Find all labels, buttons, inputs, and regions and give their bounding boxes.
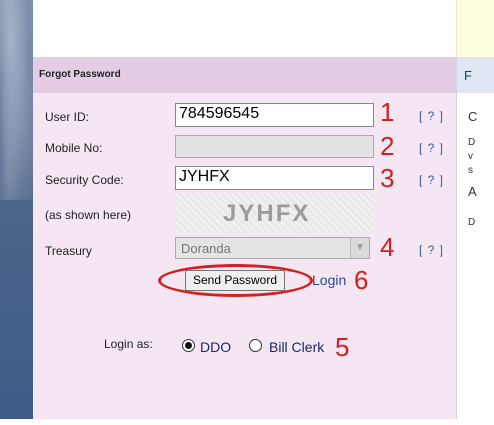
user-id-label: User ID:	[45, 110, 90, 124]
forgot-password-panel: Forgot Password User ID: 784596545 1 [ ?…	[33, 57, 456, 419]
panel-header: Forgot Password	[33, 57, 456, 93]
chevron-down-icon[interactable]: ▼	[350, 238, 369, 258]
annotation-number: 5	[335, 332, 350, 362]
right-panel-title: F	[464, 68, 472, 83]
top-area	[33, 0, 456, 57]
right-panel-text: D	[468, 137, 476, 148]
radio-ddo[interactable]	[182, 339, 195, 352]
left-banner-image	[0, 0, 33, 425]
login-link[interactable]: Login	[312, 272, 346, 288]
top-right-area	[456, 0, 494, 57]
user-id-input[interactable]: 784596545	[175, 103, 374, 127]
annotation-number: 3	[380, 163, 395, 193]
radio-bill-clerk-label[interactable]: Bill Clerk	[269, 339, 324, 355]
annotation-number: 6	[354, 265, 369, 295]
mobile-no-label: Mobile No:	[45, 141, 103, 155]
treasury-label: Treasury	[45, 244, 92, 258]
panel-title: Forgot Password	[39, 69, 121, 80]
annotation-number: 1	[380, 97, 395, 127]
security-code-input[interactable]: JYHFX	[175, 166, 374, 190]
right-panel-text: D	[468, 217, 476, 228]
radio-ddo-label[interactable]: DDO	[200, 339, 231, 355]
help-link-security-code[interactable]: [ ? ]	[419, 173, 444, 187]
mobile-no-input[interactable]	[175, 135, 374, 158]
highlight-ellipse	[158, 264, 313, 297]
help-link-user-id[interactable]: [ ? ]	[419, 109, 444, 123]
captcha-image: JYHFX	[175, 193, 374, 233]
right-panel-text: A	[468, 184, 477, 199]
captcha-text: JYHFX	[223, 200, 311, 227]
login-as-label: Login as:	[104, 337, 153, 351]
right-side-panel: F C D v s A D	[456, 57, 494, 419]
help-link-mobile[interactable]: [ ? ]	[419, 141, 444, 155]
right-panel-header: F	[457, 57, 494, 93]
captcha-note-label: (as shown here)	[45, 208, 132, 222]
radio-bill-clerk[interactable]	[249, 339, 262, 352]
right-panel-text: s	[468, 165, 473, 176]
annotation-number: 4	[380, 232, 395, 262]
help-link-treasury[interactable]: [ ? ]	[419, 243, 444, 257]
right-panel-text: v	[468, 151, 473, 162]
security-code-label: Security Code:	[45, 173, 124, 187]
treasury-selected-value: Doranda	[181, 241, 231, 256]
bottom-strip	[0, 419, 494, 425]
annotation-number: 2	[380, 131, 395, 161]
right-panel-text: C	[468, 109, 478, 124]
treasury-select[interactable]: Doranda ▼	[175, 237, 370, 259]
